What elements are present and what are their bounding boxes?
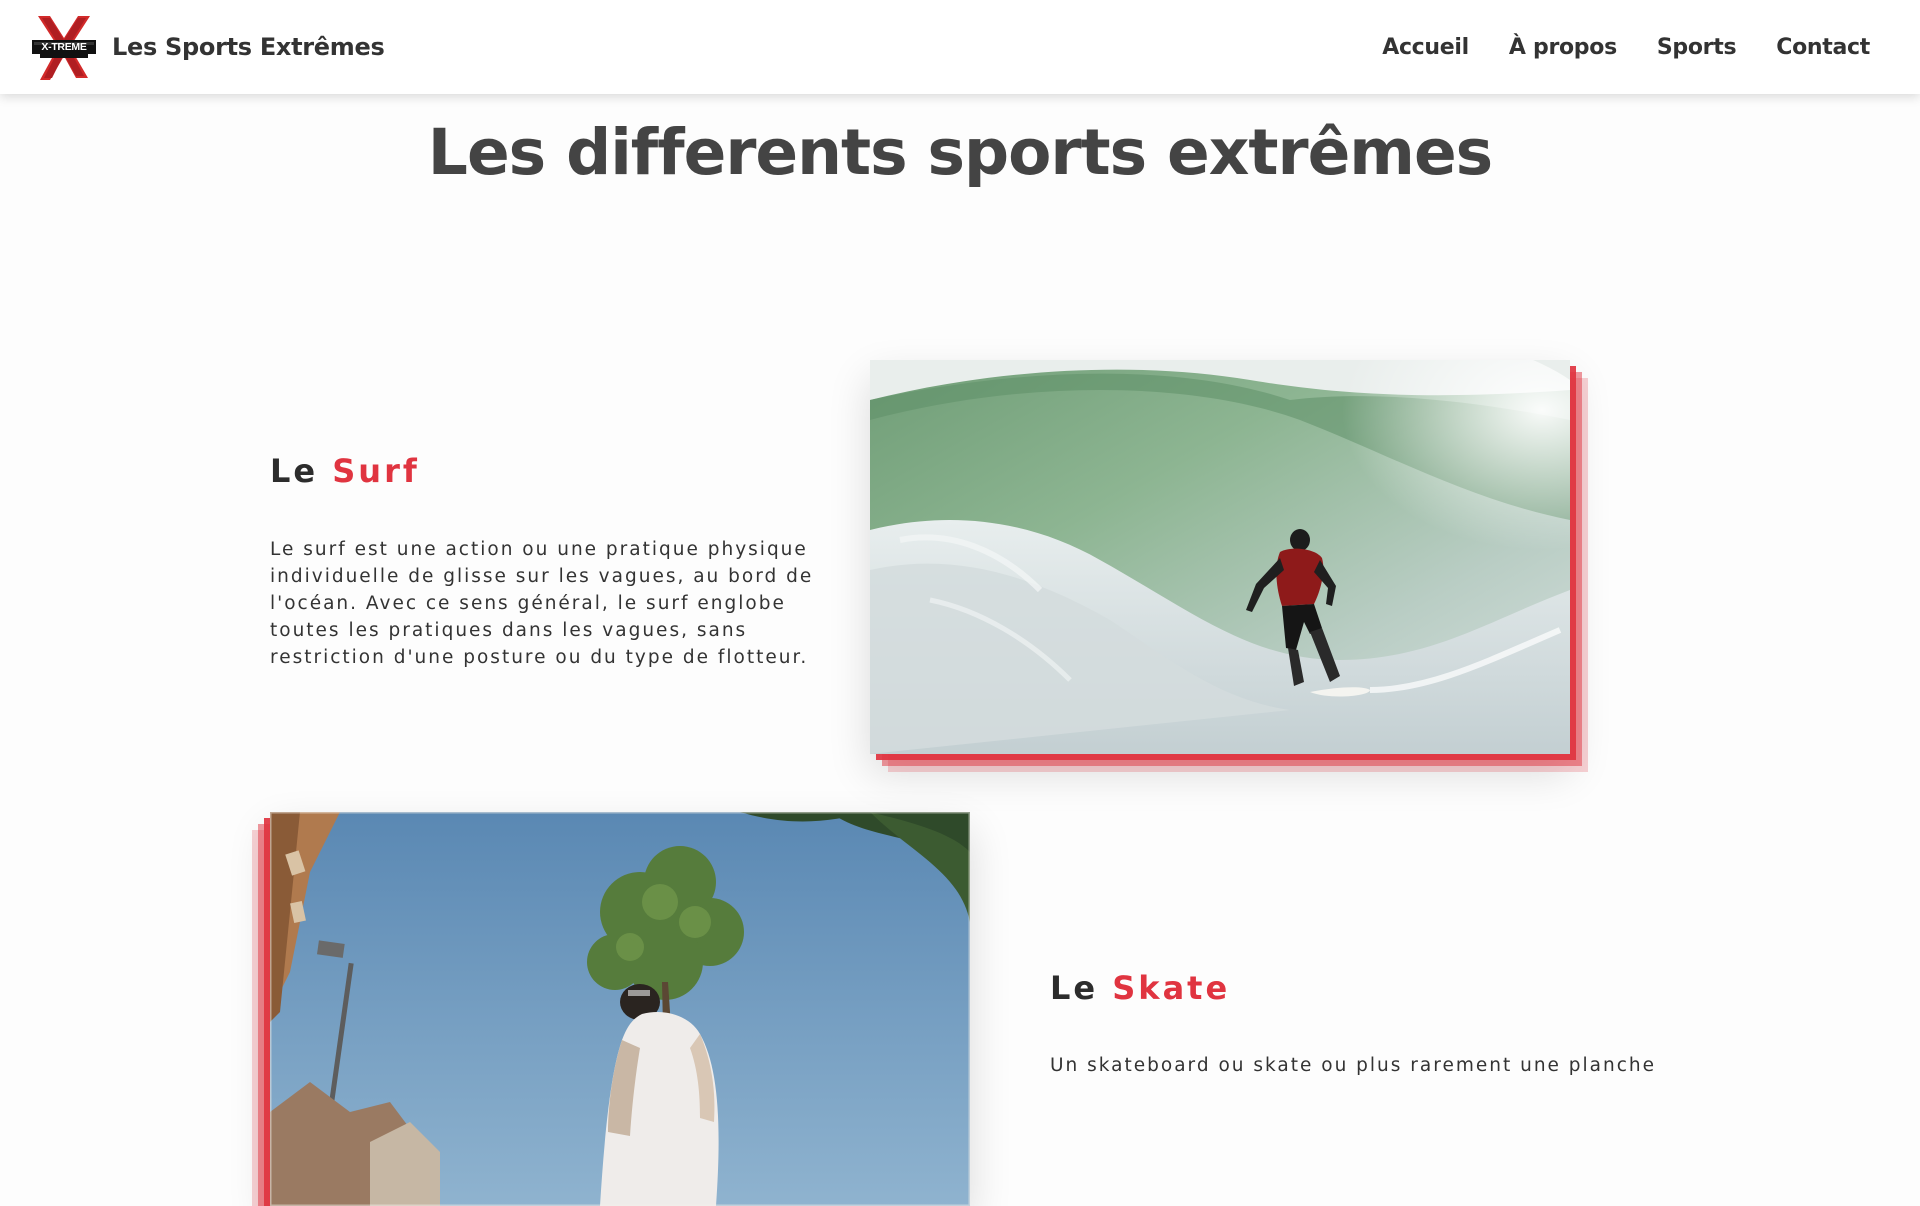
- brand-home-link[interactable]: X-TREME Les Sports Extrêmes: [30, 14, 385, 80]
- surf-heading-name: Surf: [332, 452, 420, 490]
- nav-link-a-propos[interactable]: À propos: [1509, 35, 1617, 60]
- skate-heading: Le Skate: [1050, 969, 1230, 1007]
- skate-video[interactable]: [270, 812, 970, 1206]
- skate-image: [270, 812, 970, 1206]
- x-treme-logo: X-TREME: [32, 16, 96, 80]
- skate-description: Un skateboard ou skate ou plus rarement …: [1050, 1055, 1657, 1076]
- page-title: Les differents sports extrêmes: [427, 116, 1493, 189]
- skate-heading-prefix: Le: [1050, 969, 1099, 1007]
- brand-name: Les Sports Extrêmes: [112, 33, 385, 61]
- main-nav: Accueil À propos Sports Contact: [1342, 0, 1870, 94]
- surf-video[interactable]: [870, 360, 1570, 754]
- surf-image: [870, 360, 1570, 754]
- nav-link-accueil[interactable]: Accueil: [1382, 35, 1469, 60]
- svg-text:X-TREME: X-TREME: [41, 41, 86, 53]
- site-header: X-TREME Les Sports Extrêmes Accueil À pr…: [0, 0, 1920, 94]
- surf-heading: Le Surf: [270, 452, 420, 490]
- surf-heading-prefix: Le: [270, 452, 319, 490]
- skate-heading-name: Skate: [1112, 969, 1231, 1007]
- nav-link-contact[interactable]: Contact: [1776, 35, 1870, 60]
- surf-description: Le surf est une action ou une pratique p…: [270, 539, 814, 668]
- nav-link-sports[interactable]: Sports: [1657, 35, 1737, 60]
